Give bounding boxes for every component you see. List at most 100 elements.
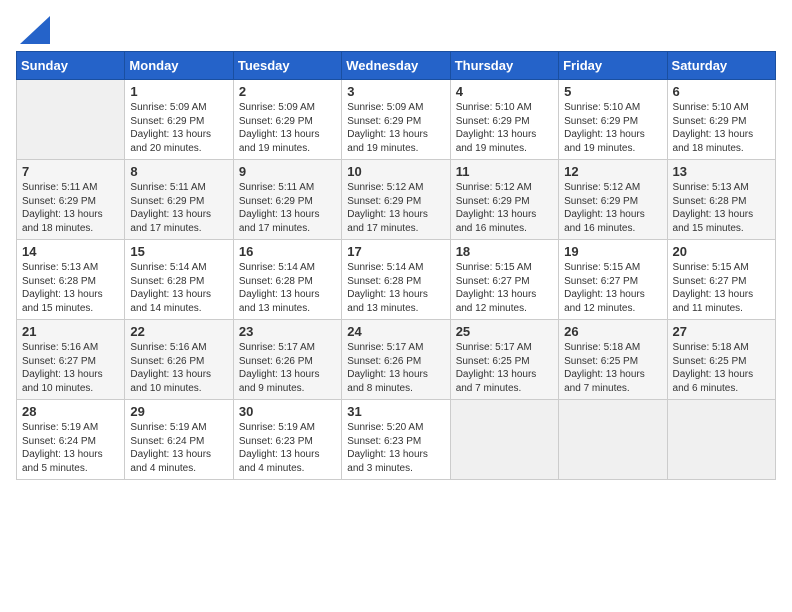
calendar-cell: 10 Sunrise: 5:12 AMSunset: 6:29 PMDaylig… xyxy=(342,160,450,240)
day-info: Sunrise: 5:15 AMSunset: 6:27 PMDaylight:… xyxy=(673,262,754,314)
calendar-cell: 11 Sunrise: 5:12 AMSunset: 6:29 PMDaylig… xyxy=(450,160,558,240)
calendar-cell: 16 Sunrise: 5:14 AMSunset: 6:28 PMDaylig… xyxy=(233,240,341,320)
day-number: 12 xyxy=(564,164,661,179)
calendar-cell: 7 Sunrise: 5:11 AMSunset: 6:29 PMDayligh… xyxy=(17,160,125,240)
calendar-header-tuesday: Tuesday xyxy=(233,52,341,80)
calendar-cell: 22 Sunrise: 5:16 AMSunset: 6:26 PMDaylig… xyxy=(125,320,233,400)
day-info: Sunrise: 5:09 AMSunset: 6:29 PMDaylight:… xyxy=(130,102,211,154)
day-info: Sunrise: 5:11 AMSunset: 6:29 PMDaylight:… xyxy=(239,182,320,234)
day-info: Sunrise: 5:14 AMSunset: 6:28 PMDaylight:… xyxy=(347,262,428,314)
calendar-cell: 5 Sunrise: 5:10 AMSunset: 6:29 PMDayligh… xyxy=(559,80,667,160)
day-number: 2 xyxy=(239,84,336,99)
day-number: 30 xyxy=(239,404,336,419)
calendar-cell: 21 Sunrise: 5:16 AMSunset: 6:27 PMDaylig… xyxy=(17,320,125,400)
calendar-cell: 9 Sunrise: 5:11 AMSunset: 6:29 PMDayligh… xyxy=(233,160,341,240)
calendar-header-sunday: Sunday xyxy=(17,52,125,80)
day-number: 21 xyxy=(22,324,119,339)
day-number: 17 xyxy=(347,244,444,259)
day-number: 18 xyxy=(456,244,553,259)
day-number: 10 xyxy=(347,164,444,179)
day-info: Sunrise: 5:17 AMSunset: 6:26 PMDaylight:… xyxy=(239,342,320,394)
day-info: Sunrise: 5:12 AMSunset: 6:29 PMDaylight:… xyxy=(456,182,537,234)
day-info: Sunrise: 5:17 AMSunset: 6:26 PMDaylight:… xyxy=(347,342,428,394)
calendar-week-row: 14 Sunrise: 5:13 AMSunset: 6:28 PMDaylig… xyxy=(17,240,776,320)
logo xyxy=(16,16,50,43)
calendar-cell: 6 Sunrise: 5:10 AMSunset: 6:29 PMDayligh… xyxy=(667,80,775,160)
calendar-cell: 27 Sunrise: 5:18 AMSunset: 6:25 PMDaylig… xyxy=(667,320,775,400)
day-info: Sunrise: 5:13 AMSunset: 6:28 PMDaylight:… xyxy=(673,182,754,234)
day-info: Sunrise: 5:14 AMSunset: 6:28 PMDaylight:… xyxy=(130,262,211,314)
calendar-cell: 12 Sunrise: 5:12 AMSunset: 6:29 PMDaylig… xyxy=(559,160,667,240)
calendar-cell: 30 Sunrise: 5:19 AMSunset: 6:23 PMDaylig… xyxy=(233,400,341,480)
day-number: 13 xyxy=(673,164,770,179)
calendar-cell: 3 Sunrise: 5:09 AMSunset: 6:29 PMDayligh… xyxy=(342,80,450,160)
day-number: 6 xyxy=(673,84,770,99)
calendar-header-row: SundayMondayTuesdayWednesdayThursdayFrid… xyxy=(17,52,776,80)
calendar-cell: 23 Sunrise: 5:17 AMSunset: 6:26 PMDaylig… xyxy=(233,320,341,400)
day-info: Sunrise: 5:10 AMSunset: 6:29 PMDaylight:… xyxy=(456,102,537,154)
day-info: Sunrise: 5:11 AMSunset: 6:29 PMDaylight:… xyxy=(22,182,103,234)
calendar-header-friday: Friday xyxy=(559,52,667,80)
day-number: 28 xyxy=(22,404,119,419)
day-info: Sunrise: 5:13 AMSunset: 6:28 PMDaylight:… xyxy=(22,262,103,314)
day-number: 1 xyxy=(130,84,227,99)
calendar-header-monday: Monday xyxy=(125,52,233,80)
day-info: Sunrise: 5:19 AMSunset: 6:24 PMDaylight:… xyxy=(130,422,211,474)
calendar-cell: 29 Sunrise: 5:19 AMSunset: 6:24 PMDaylig… xyxy=(125,400,233,480)
day-info: Sunrise: 5:19 AMSunset: 6:24 PMDaylight:… xyxy=(22,422,103,474)
day-info: Sunrise: 5:18 AMSunset: 6:25 PMDaylight:… xyxy=(564,342,645,394)
day-number: 14 xyxy=(22,244,119,259)
calendar-cell xyxy=(17,80,125,160)
day-number: 24 xyxy=(347,324,444,339)
calendar-cell: 18 Sunrise: 5:15 AMSunset: 6:27 PMDaylig… xyxy=(450,240,558,320)
day-info: Sunrise: 5:10 AMSunset: 6:29 PMDaylight:… xyxy=(673,102,754,154)
day-info: Sunrise: 5:12 AMSunset: 6:29 PMDaylight:… xyxy=(347,182,428,234)
day-number: 23 xyxy=(239,324,336,339)
day-number: 26 xyxy=(564,324,661,339)
calendar-header-thursday: Thursday xyxy=(450,52,558,80)
calendar-cell: 2 Sunrise: 5:09 AMSunset: 6:29 PMDayligh… xyxy=(233,80,341,160)
calendar-header-saturday: Saturday xyxy=(667,52,775,80)
day-number: 20 xyxy=(673,244,770,259)
day-number: 9 xyxy=(239,164,336,179)
day-number: 15 xyxy=(130,244,227,259)
calendar-cell: 15 Sunrise: 5:14 AMSunset: 6:28 PMDaylig… xyxy=(125,240,233,320)
day-number: 31 xyxy=(347,404,444,419)
day-info: Sunrise: 5:14 AMSunset: 6:28 PMDaylight:… xyxy=(239,262,320,314)
page-header xyxy=(16,16,776,43)
day-number: 29 xyxy=(130,404,227,419)
day-number: 8 xyxy=(130,164,227,179)
calendar-cell: 31 Sunrise: 5:20 AMSunset: 6:23 PMDaylig… xyxy=(342,400,450,480)
day-info: Sunrise: 5:19 AMSunset: 6:23 PMDaylight:… xyxy=(239,422,320,474)
day-number: 4 xyxy=(456,84,553,99)
calendar-cell xyxy=(559,400,667,480)
calendar-cell: 17 Sunrise: 5:14 AMSunset: 6:28 PMDaylig… xyxy=(342,240,450,320)
calendar-week-row: 7 Sunrise: 5:11 AMSunset: 6:29 PMDayligh… xyxy=(17,160,776,240)
calendar-cell: 20 Sunrise: 5:15 AMSunset: 6:27 PMDaylig… xyxy=(667,240,775,320)
day-info: Sunrise: 5:09 AMSunset: 6:29 PMDaylight:… xyxy=(347,102,428,154)
day-info: Sunrise: 5:12 AMSunset: 6:29 PMDaylight:… xyxy=(564,182,645,234)
calendar-cell: 24 Sunrise: 5:17 AMSunset: 6:26 PMDaylig… xyxy=(342,320,450,400)
calendar-cell: 14 Sunrise: 5:13 AMSunset: 6:28 PMDaylig… xyxy=(17,240,125,320)
day-number: 11 xyxy=(456,164,553,179)
day-info: Sunrise: 5:15 AMSunset: 6:27 PMDaylight:… xyxy=(564,262,645,314)
day-info: Sunrise: 5:17 AMSunset: 6:25 PMDaylight:… xyxy=(456,342,537,394)
calendar-cell: 13 Sunrise: 5:13 AMSunset: 6:28 PMDaylig… xyxy=(667,160,775,240)
calendar-week-row: 21 Sunrise: 5:16 AMSunset: 6:27 PMDaylig… xyxy=(17,320,776,400)
logo-arrow-icon xyxy=(16,16,50,44)
calendar-cell xyxy=(667,400,775,480)
calendar-cell: 28 Sunrise: 5:19 AMSunset: 6:24 PMDaylig… xyxy=(17,400,125,480)
calendar-week-row: 28 Sunrise: 5:19 AMSunset: 6:24 PMDaylig… xyxy=(17,400,776,480)
calendar-cell: 4 Sunrise: 5:10 AMSunset: 6:29 PMDayligh… xyxy=(450,80,558,160)
calendar-cell: 8 Sunrise: 5:11 AMSunset: 6:29 PMDayligh… xyxy=(125,160,233,240)
day-info: Sunrise: 5:09 AMSunset: 6:29 PMDaylight:… xyxy=(239,102,320,154)
calendar-cell: 19 Sunrise: 5:15 AMSunset: 6:27 PMDaylig… xyxy=(559,240,667,320)
day-info: Sunrise: 5:15 AMSunset: 6:27 PMDaylight:… xyxy=(456,262,537,314)
day-number: 25 xyxy=(456,324,553,339)
day-info: Sunrise: 5:16 AMSunset: 6:26 PMDaylight:… xyxy=(130,342,211,394)
day-number: 22 xyxy=(130,324,227,339)
day-info: Sunrise: 5:18 AMSunset: 6:25 PMDaylight:… xyxy=(673,342,754,394)
calendar-header-wednesday: Wednesday xyxy=(342,52,450,80)
day-info: Sunrise: 5:11 AMSunset: 6:29 PMDaylight:… xyxy=(130,182,211,234)
calendar-cell: 26 Sunrise: 5:18 AMSunset: 6:25 PMDaylig… xyxy=(559,320,667,400)
